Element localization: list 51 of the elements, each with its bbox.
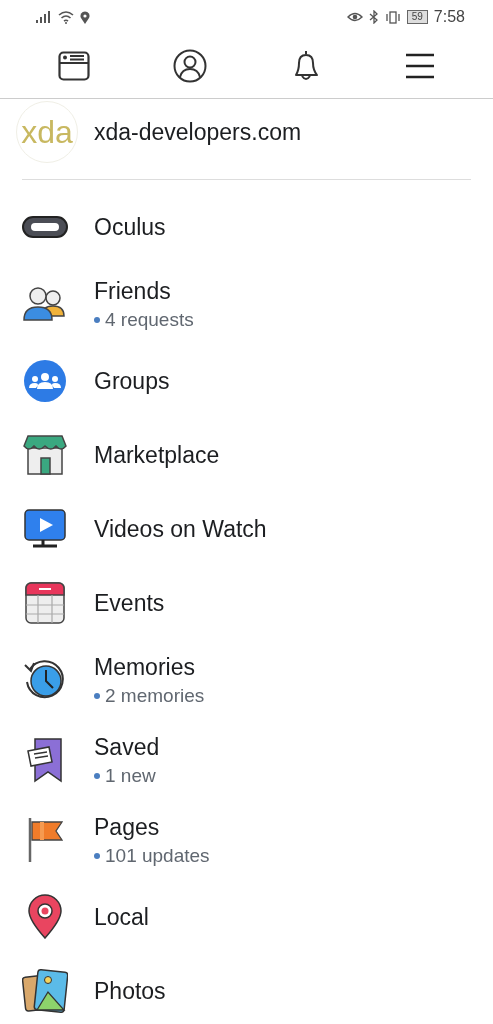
menu-item[interactable]: Local — [0, 880, 493, 954]
menu-item-label: Saved — [94, 733, 160, 761]
menu-item-label: Friends — [94, 277, 172, 305]
menu-item-label: Groups — [94, 367, 170, 395]
menu-item[interactable]: Marketplace — [0, 418, 493, 492]
wifi-icon — [58, 10, 74, 24]
signal-icon — [36, 11, 52, 23]
profile-row[interactable]: xda xda-developers.com — [0, 99, 493, 163]
location-icon — [80, 10, 90, 24]
menu-item-detail: 101 updates — [105, 844, 210, 867]
menu-item-label: Marketplace — [94, 441, 220, 469]
menu-item-detail: 1 new — [105, 764, 156, 787]
vibrate-icon — [384, 10, 401, 24]
menu-item[interactable]: Events — [0, 566, 493, 640]
menu-item-label: Local — [94, 903, 149, 931]
menu-item[interactable]: Pages 101 updates — [0, 800, 493, 880]
eye-icon — [346, 11, 363, 23]
menu-item-label: Photos — [94, 977, 166, 1005]
menu-item[interactable]: Oculus — [0, 190, 493, 264]
storefront-icon — [23, 434, 67, 476]
bullet-icon — [94, 692, 100, 699]
clock-time: 7:58 — [433, 8, 465, 26]
menu-item[interactable]: Groups — [0, 344, 493, 418]
battery-level: 59 — [406, 10, 428, 24]
video-screen-icon — [23, 508, 67, 550]
menu-icon[interactable] — [405, 53, 436, 79]
map-pin-icon — [27, 894, 63, 940]
menu-item-detail: 2 memories — [105, 684, 205, 707]
menu-item[interactable]: Photos — [0, 954, 493, 1024]
photos-icon — [22, 968, 68, 1014]
menu-item-detail: 4 requests — [105, 308, 194, 331]
menu-item[interactable]: Memories 2 memories — [0, 640, 493, 720]
menu-item-label: Events — [94, 589, 165, 617]
profile-icon[interactable] — [172, 49, 207, 83]
menu-item[interactable]: Videos on Watch — [0, 492, 493, 566]
bullet-icon — [94, 316, 100, 323]
menu-item[interactable]: Saved 1 new — [0, 720, 493, 800]
news-feed-icon[interactable] — [57, 51, 90, 81]
menu-item-label: Memories — [94, 653, 196, 681]
calendar-icon — [24, 581, 66, 625]
bullet-icon — [94, 852, 100, 859]
bluetooth-icon — [368, 10, 379, 24]
menu-item-label: Oculus — [94, 213, 166, 241]
menu-item[interactable]: Friends 4 requests — [0, 264, 493, 344]
bookmark-icon — [25, 737, 65, 783]
profile-name: xda-developers.com — [94, 118, 302, 146]
groups-icon — [23, 359, 67, 403]
friends-icon — [22, 284, 68, 324]
menu-item-label: Videos on Watch — [94, 515, 267, 543]
menu-item-label: Pages — [94, 813, 161, 841]
bullet-icon — [94, 772, 100, 779]
